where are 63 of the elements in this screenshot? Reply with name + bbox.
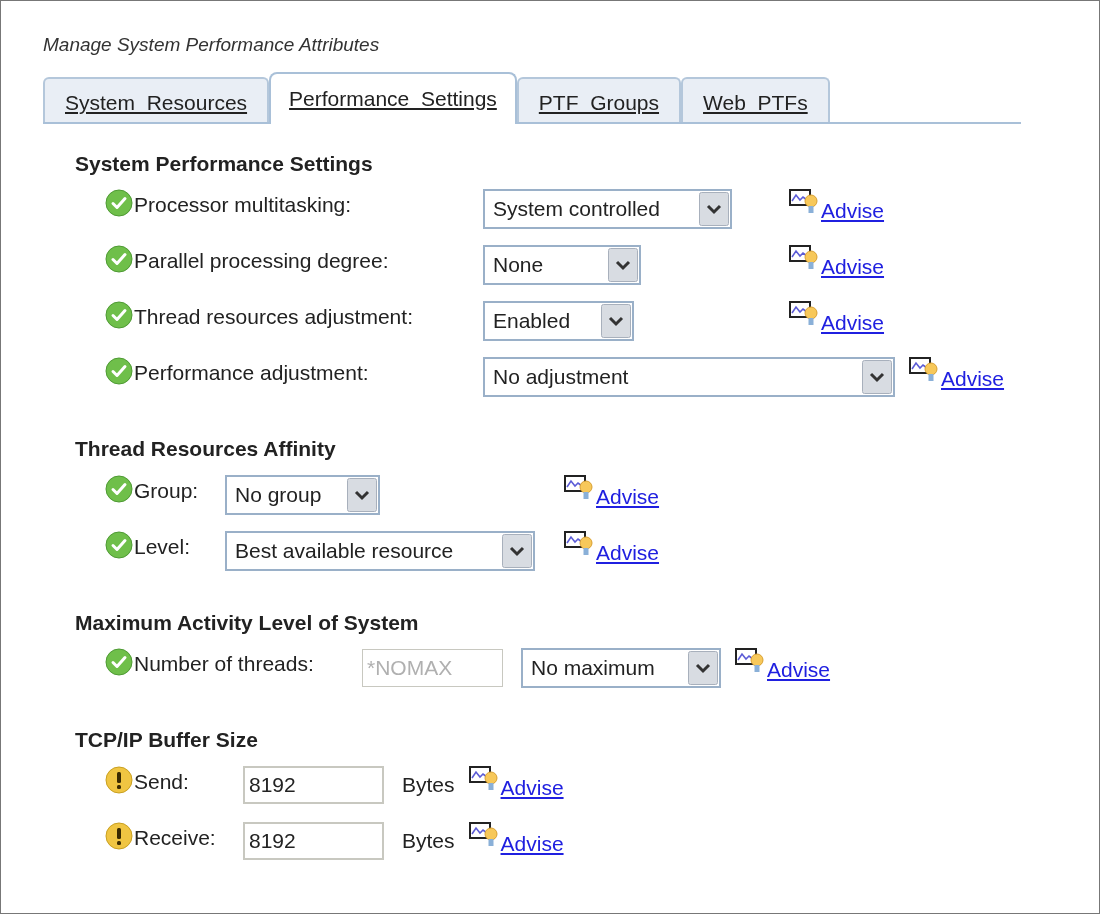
unit-label: Bytes — [402, 827, 455, 854]
warning-icon — [105, 821, 133, 850]
section-heading: Maximum Activity Level of System — [75, 609, 420, 636]
advise-link[interactable]: Advise — [821, 251, 885, 283]
advise-link[interactable]: Advise — [941, 363, 1005, 395]
monitor-bulb-icon — [468, 765, 499, 792]
advise-link[interactable]: Advise — [821, 307, 885, 339]
field-label: Level: — [134, 533, 191, 560]
dropdown-select[interactable]: No maximum — [521, 648, 721, 688]
chevron-down-icon[interactable] — [699, 192, 729, 226]
monitor-bulb-icon — [735, 648, 765, 674]
input-field[interactable]: 8192 — [243, 765, 384, 804]
page-title: Manage System Performance Attributes — [43, 33, 381, 57]
section-heading: Thread Resources Affinity — [75, 436, 337, 462]
field-label: Send: — [134, 768, 189, 795]
advise-link[interactable]: Advise — [596, 480, 660, 512]
monitor-bulb-icon — [789, 245, 819, 271]
tab[interactable]: Performance Settings — [269, 71, 517, 124]
dropdown-select[interactable]: Enabled — [483, 301, 634, 341]
section-heading: TCP/IP Buffer Size — [75, 727, 259, 753]
tab[interactable]: Web PTFs — [681, 76, 830, 122]
field-label: Performance adjustment: — [134, 360, 369, 386]
section-heading: System Performance Settings — [75, 150, 374, 177]
tab[interactable]: System Resources — [43, 76, 270, 122]
advise-link[interactable]: Advise — [500, 827, 564, 859]
field-label: Parallel processing degree: — [134, 248, 389, 274]
field-label: Processor multitasking: — [134, 192, 352, 218]
check-icon — [105, 189, 133, 217]
field-label: Number of threads: — [134, 651, 314, 677]
dropdown-select[interactable]: Best available resource — [225, 530, 535, 571]
check-icon — [105, 245, 133, 273]
monitor-bulb-icon — [468, 821, 499, 848]
field-label: Receive: — [134, 824, 216, 851]
monitor-bulb-icon — [564, 530, 594, 557]
chevron-down-icon[interactable] — [347, 477, 377, 512]
chevron-down-icon[interactable] — [688, 651, 718, 685]
monitor-bulb-icon — [564, 474, 594, 501]
check-icon — [105, 530, 133, 559]
check-icon — [105, 357, 133, 385]
field-label: Thread resources adjustment: — [134, 304, 413, 330]
dropdown-select[interactable]: No adjustment — [483, 357, 895, 397]
dropdown-select[interactable]: None — [483, 245, 641, 285]
dropdown-select[interactable]: System controlled — [483, 189, 732, 229]
chevron-down-icon[interactable] — [862, 360, 892, 394]
warning-icon — [105, 765, 133, 794]
monitor-bulb-icon — [789, 189, 819, 215]
monitor-bulb-icon — [789, 301, 819, 327]
dropdown-select[interactable]: No group — [225, 474, 380, 515]
check-icon — [105, 301, 133, 329]
chevron-down-icon[interactable] — [502, 533, 532, 568]
check-icon — [105, 648, 133, 676]
advise-link[interactable]: Advise — [821, 195, 885, 227]
chevron-down-icon[interactable] — [608, 248, 638, 282]
advise-link[interactable]: Advise — [596, 536, 660, 568]
chevron-down-icon[interactable] — [601, 304, 631, 338]
monitor-bulb-icon — [909, 357, 939, 383]
input-field[interactable]: 8192 — [243, 821, 384, 860]
check-icon — [105, 474, 133, 503]
advise-link[interactable]: Advise — [500, 771, 564, 803]
tab[interactable]: PTF Groups — [516, 76, 682, 122]
field-label: Group: — [134, 477, 199, 504]
advise-link[interactable]: Advise — [767, 654, 831, 686]
unit-label: Bytes — [402, 771, 455, 798]
